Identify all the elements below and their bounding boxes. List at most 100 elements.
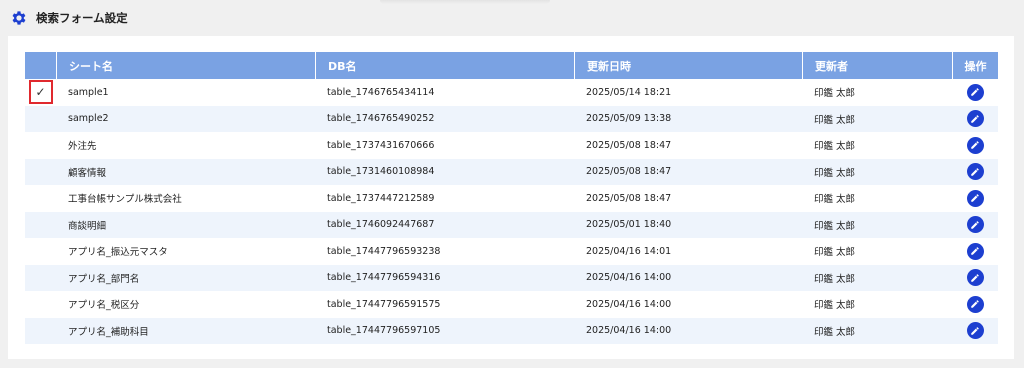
actions-cell bbox=[952, 242, 998, 260]
db-name-cell: table_1737447212589 bbox=[327, 192, 435, 204]
sheet-name-cell: アプリ名_振込元マスタ bbox=[68, 247, 168, 259]
updated-at-cell: 2025/05/09 13:38 bbox=[586, 113, 672, 125]
edit-button[interactable] bbox=[966, 83, 984, 101]
updated-by-cell: 印鑑 太郎 bbox=[814, 167, 856, 179]
table-row[interactable]: 工事台帳サンプル株式会社 table_1737447212589 2025/05/0… bbox=[25, 185, 998, 212]
edit-button[interactable] bbox=[966, 189, 984, 207]
pencil-icon bbox=[971, 167, 979, 176]
sheet-name-cell: 商談明細 bbox=[68, 220, 107, 232]
updated-by-cell: 印鑑 太郎 bbox=[814, 247, 856, 259]
page-header: 検索フォーム設定 bbox=[10, 8, 128, 28]
db-name-cell: table_1746765434114 bbox=[327, 86, 435, 98]
table-row[interactable]: ✓ sample1 table_1746765434114 2025/05/14 18… bbox=[25, 79, 998, 106]
edit-button[interactable] bbox=[966, 136, 984, 154]
page: 検索フォーム設定 シート名 DB名 更新日時 更新者 操作 ✓ sample1 ta… bbox=[0, 0, 1024, 368]
pencil-icon bbox=[971, 300, 979, 308]
column-header-user[interactable]: 更新者 bbox=[802, 52, 952, 79]
table-row[interactable]: 顧客情報 table_1731460108984 2025/05/08 18:47 印… bbox=[25, 158, 998, 186]
row-select-cell[interactable] bbox=[25, 132, 56, 159]
selected-check-icon[interactable]: ✓ bbox=[28, 80, 53, 105]
pencil-icon bbox=[971, 273, 979, 282]
db-name-cell: table_17447796597105 bbox=[327, 325, 441, 337]
table-row[interactable]: アプリ名_振込元マスタ table_17447796593238 2025/04/1… bbox=[25, 238, 998, 265]
db-name-cell: table_17447796594316 bbox=[327, 272, 441, 284]
updated-by-cell: 印鑑 太郎 bbox=[814, 273, 856, 285]
updated-by-cell: 印鑑 太郎 bbox=[814, 88, 856, 100]
db-name-cell: table_1737431670666 bbox=[327, 139, 435, 151]
table-row[interactable]: 外注先 table_1737431670666 2025/05/08 18:47 印鑑… bbox=[25, 132, 998, 159]
column-header-sheet[interactable]: シート名 bbox=[56, 52, 315, 79]
updated-by-cell: 印鑑 太郎 bbox=[814, 114, 856, 126]
edit-button[interactable] bbox=[966, 322, 984, 340]
pencil-icon bbox=[971, 194, 979, 202]
row-select-cell[interactable] bbox=[25, 106, 56, 133]
actions-cell bbox=[952, 110, 998, 128]
actions-cell bbox=[952, 295, 998, 313]
pencil-icon bbox=[971, 88, 979, 96]
table-row[interactable]: 商談明細 table_1746092447687 2025/05/01 18:40 印… bbox=[25, 211, 998, 239]
column-header-updated[interactable]: 更新日時 bbox=[574, 52, 802, 79]
table-row[interactable]: アプリ名_部門名 table_17447796594316 2025/04/16 1… bbox=[25, 264, 998, 292]
edit-button[interactable] bbox=[966, 295, 984, 313]
pencil-icon bbox=[971, 326, 979, 335]
sheet-name-cell: アプリ名_補助科目 bbox=[68, 326, 149, 338]
sheet-name-cell: sample1 bbox=[68, 86, 109, 98]
updated-by-cell: 印鑑 太郎 bbox=[814, 300, 856, 312]
page-title: 検索フォーム設定 bbox=[36, 11, 128, 25]
top-shadow bbox=[380, 0, 550, 4]
row-select-cell[interactable]: ✓ bbox=[25, 79, 56, 106]
row-select-cell[interactable] bbox=[25, 185, 56, 212]
updated-by-cell: 印鑑 太郎 bbox=[814, 220, 856, 232]
db-name-cell: table_1746092447687 bbox=[327, 219, 435, 231]
updated-at-cell: 2025/05/08 18:47 bbox=[586, 139, 672, 151]
edit-button[interactable] bbox=[966, 269, 984, 287]
edit-button[interactable] bbox=[966, 110, 984, 128]
actions-cell bbox=[952, 189, 998, 207]
row-select-cell[interactable] bbox=[25, 318, 56, 345]
actions-cell bbox=[952, 269, 998, 287]
sheet-name-cell: 工事台帳サンプル株式会社 bbox=[68, 194, 182, 206]
table-body: ✓ sample1 table_1746765434114 2025/05/14 18… bbox=[25, 79, 998, 344]
edit-button[interactable] bbox=[966, 216, 984, 234]
pencil-icon bbox=[971, 114, 979, 123]
actions-cell bbox=[952, 83, 998, 101]
sheet-name-cell: アプリ名_税区分 bbox=[68, 300, 140, 312]
pencil-icon bbox=[971, 247, 979, 255]
actions-cell bbox=[952, 163, 998, 181]
db-name-cell: table_1731460108984 bbox=[327, 166, 435, 178]
actions-cell bbox=[952, 322, 998, 340]
table-row[interactable]: アプリ名_補助科目 table_17447796597105 2025/04/16 … bbox=[25, 317, 998, 345]
row-select-cell[interactable] bbox=[25, 238, 56, 265]
db-name-cell: table_17447796591575 bbox=[327, 298, 441, 310]
pencil-icon bbox=[971, 141, 979, 149]
updated-at-cell: 2025/04/16 14:01 bbox=[586, 245, 672, 257]
updated-at-cell: 2025/04/16 14:00 bbox=[586, 325, 672, 337]
updated-at-cell: 2025/05/08 18:47 bbox=[586, 166, 672, 178]
updated-at-cell: 2025/05/08 18:47 bbox=[586, 192, 672, 204]
sheet-name-cell: 顧客情報 bbox=[68, 167, 107, 179]
updated-at-cell: 2025/05/14 18:21 bbox=[586, 86, 672, 98]
table-row[interactable]: sample2 table_1746765490252 2025/05/09 13:… bbox=[25, 105, 998, 133]
table-row[interactable]: アプリ名_税区分 table_17447796591575 2025/04/16 1… bbox=[25, 291, 998, 318]
db-name-cell: table_1746765490252 bbox=[327, 113, 435, 125]
updated-at-cell: 2025/04/16 14:00 bbox=[586, 298, 672, 310]
pencil-icon bbox=[971, 220, 979, 229]
sheet-name-cell: sample2 bbox=[68, 113, 109, 125]
column-header-actions: 操作 bbox=[952, 52, 998, 79]
actions-cell bbox=[952, 136, 998, 154]
row-select-cell[interactable] bbox=[25, 212, 56, 239]
row-select-cell[interactable] bbox=[25, 159, 56, 186]
column-header-db[interactable]: DB名 bbox=[315, 52, 574, 79]
row-select-cell[interactable] bbox=[25, 291, 56, 318]
actions-cell bbox=[952, 216, 998, 234]
edit-button[interactable] bbox=[966, 242, 984, 260]
edit-button[interactable] bbox=[966, 163, 984, 181]
column-header-select bbox=[25, 52, 56, 79]
gear-icon bbox=[10, 9, 28, 27]
sheet-name-cell: 外注先 bbox=[68, 141, 97, 153]
row-select-cell[interactable] bbox=[25, 265, 56, 292]
sheet-name-cell: アプリ名_部門名 bbox=[68, 273, 140, 285]
db-name-cell: table_17447796593238 bbox=[327, 245, 441, 257]
sheet-table: シート名 DB名 更新日時 更新者 操作 ✓ sample1 table_17467… bbox=[25, 52, 998, 344]
updated-by-cell: 印鑑 太郎 bbox=[814, 141, 856, 153]
